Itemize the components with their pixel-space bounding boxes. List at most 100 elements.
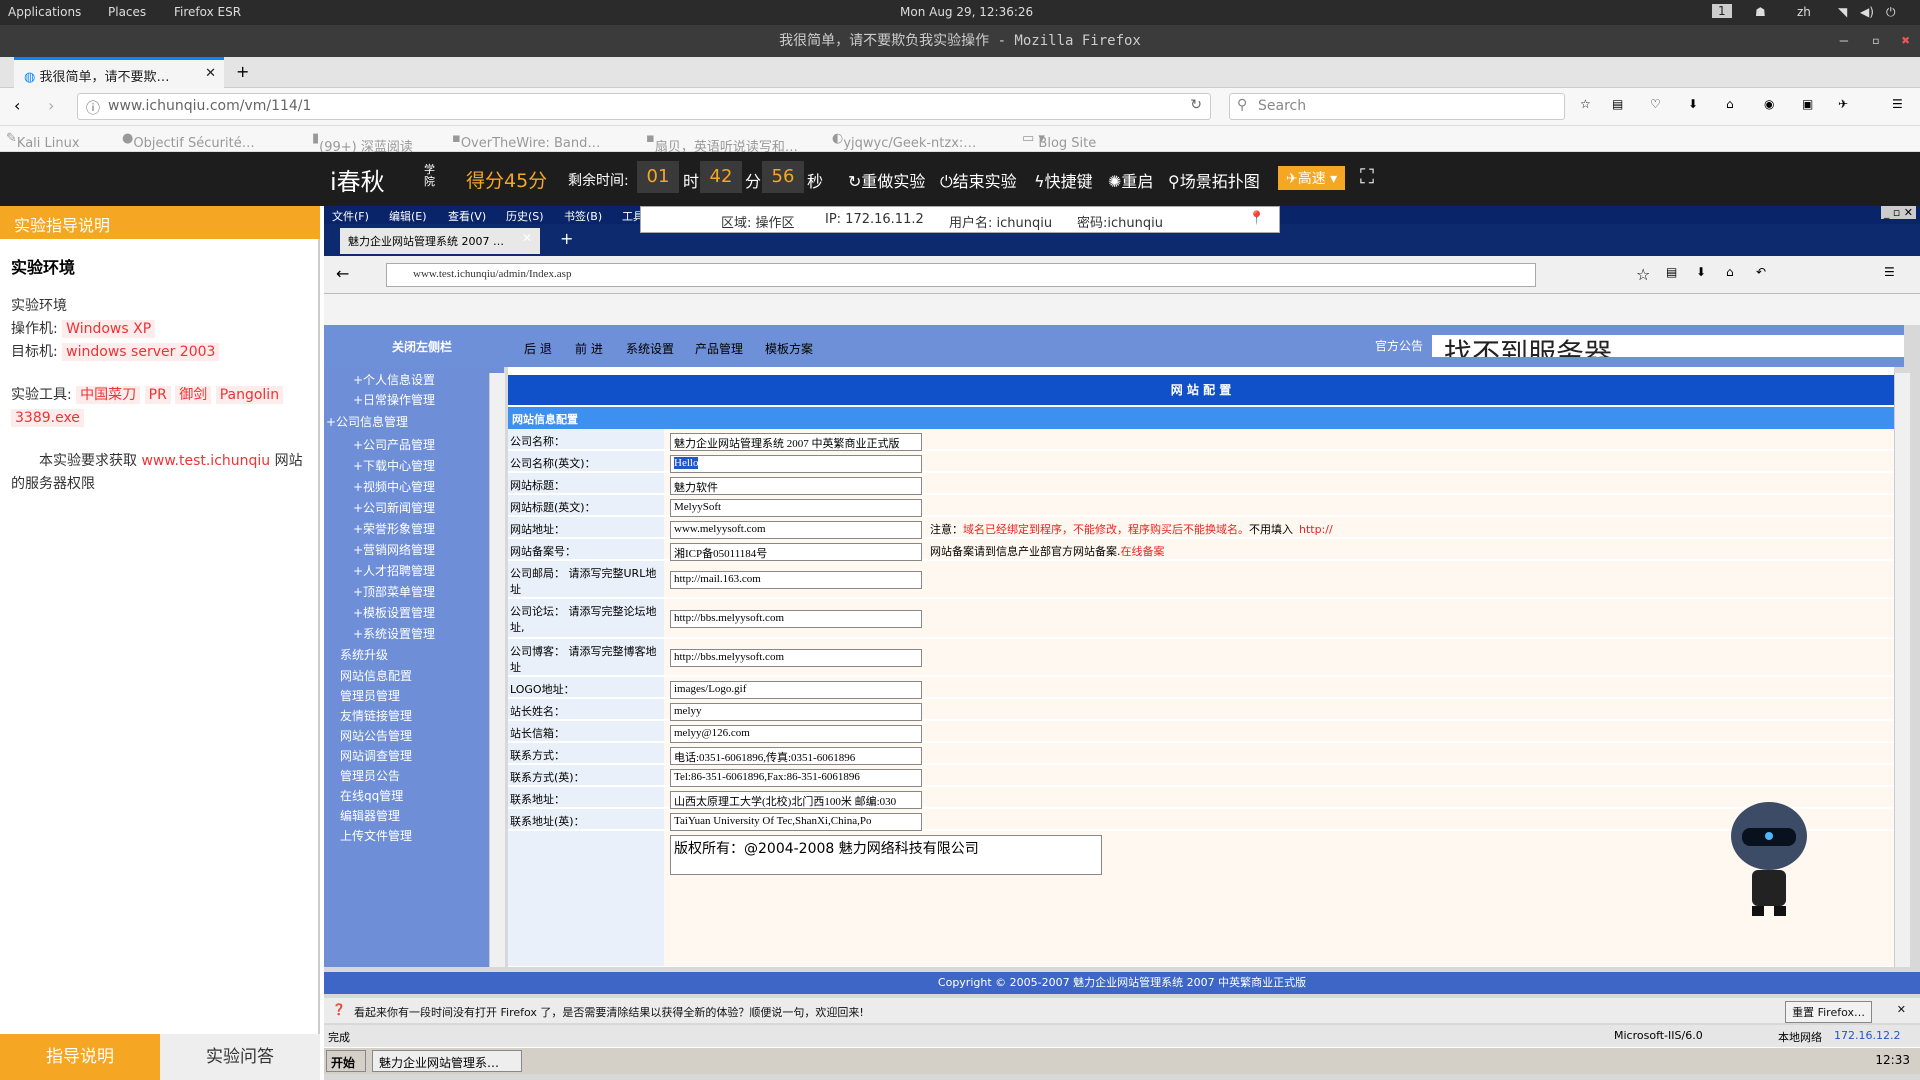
bookmark-blog[interactable]: ▭ Blog Site ▾ bbox=[1022, 131, 1096, 151]
sidebar-item[interactable]: 管理员管理 bbox=[340, 687, 400, 704]
back-icon[interactable]: ‹ bbox=[14, 96, 20, 115]
vm-new-tab-icon[interactable]: + bbox=[560, 229, 573, 248]
sidebar-item[interactable]: +公司信息管理 bbox=[326, 413, 408, 430]
new-tab-icon[interactable]: + bbox=[236, 62, 249, 81]
tab-guide[interactable]: 指导说明 bbox=[0, 1034, 160, 1080]
bookmark-shanbay[interactable]: ▪ 扇贝，英语听说读写和… bbox=[646, 131, 798, 155]
restart-button[interactable]: ✺重启 bbox=[1108, 168, 1153, 192]
form-input[interactable]: www.melyysoft.com bbox=[670, 521, 922, 539]
sidebar-item[interactable]: +个人信息设置 bbox=[353, 371, 435, 388]
topology-button[interactable]: ⚲场景拓扑图 bbox=[1168, 168, 1260, 192]
sidebar-item[interactable]: +营销网络管理 bbox=[353, 541, 435, 558]
vm-undo-icon[interactable]: ↶ bbox=[1756, 265, 1766, 279]
form-input[interactable]: melyy@126.com bbox=[670, 725, 922, 743]
power-icon[interactable]: ⏻ bbox=[1886, 5, 1896, 20]
sidebar-item[interactable]: 在线qq管理 bbox=[340, 787, 403, 804]
sidebar-item[interactable]: +人才招聘管理 bbox=[353, 562, 435, 579]
home-icon[interactable]: ⌂ bbox=[1726, 97, 1734, 111]
wifi-icon[interactable]: ◥ bbox=[1838, 5, 1847, 19]
places-menu[interactable]: Places bbox=[108, 5, 146, 19]
form-input[interactable]: 魅力软件 bbox=[670, 477, 922, 495]
volume-icon[interactable]: ◀) bbox=[1860, 5, 1874, 19]
reload-icon[interactable]: ↻ bbox=[1190, 97, 1202, 113]
vm-tab-close-icon[interactable]: ✕ bbox=[522, 231, 532, 245]
maximize-icon[interactable]: ▫ bbox=[1872, 25, 1880, 57]
form-input[interactable]: 山西太原理工大学(北校)北门西100米 邮编:030 bbox=[670, 791, 922, 809]
vm-back-icon[interactable]: ← bbox=[336, 264, 349, 283]
form-input[interactable]: http://bbs.melyysoft.com bbox=[670, 648, 922, 667]
vm-star-icon[interactable]: ☆ bbox=[1636, 265, 1650, 284]
product-link[interactable]: 产品管理 bbox=[695, 340, 743, 357]
vm-menu-file[interactable]: 文件(F) bbox=[332, 208, 369, 224]
sidebar-item[interactable]: 网站公告管理 bbox=[340, 727, 412, 744]
sidebar-item[interactable]: +荣誉形象管理 bbox=[353, 520, 435, 537]
form-input[interactable]: 魅力企业网站管理系统 2007 中英繁商业正式版 bbox=[670, 433, 922, 451]
people-icon[interactable]: ☗ bbox=[1755, 5, 1766, 19]
firefox-menu[interactable]: Firefox ESR bbox=[174, 5, 241, 19]
forward-link[interactable]: 前 进 bbox=[575, 340, 603, 357]
robot-mascot[interactable] bbox=[1728, 800, 1810, 918]
addon2-icon[interactable]: ✈ bbox=[1838, 97, 1848, 111]
shortcut-button[interactable]: ϟ快捷键 bbox=[1034, 168, 1093, 192]
download-icon[interactable]: ⬇ bbox=[1688, 97, 1698, 111]
form-input[interactable]: 湘ICP备05011184号 bbox=[670, 543, 922, 561]
form-input[interactable]: 电话:0351-6061896,传真:0351-6061896 bbox=[670, 747, 922, 765]
start-button[interactable]: 开始 bbox=[326, 1050, 366, 1072]
redo-button[interactable]: ↻重做实验 bbox=[848, 168, 925, 192]
sidebar-item[interactable]: +视频中心管理 bbox=[353, 478, 435, 495]
close-left-link[interactable]: 关闭左侧栏 bbox=[392, 338, 452, 355]
vm-window-controls[interactable]: _ ▫ ✕ bbox=[1880, 206, 1916, 219]
sidebar-item[interactable]: 友情链接管理 bbox=[340, 707, 412, 724]
sidebar-item[interactable]: 网站调查管理 bbox=[340, 747, 412, 764]
reset-firefox-button[interactable]: 重置 Firefox… bbox=[1785, 1001, 1872, 1023]
main-scrollbar[interactable] bbox=[1894, 373, 1910, 967]
addon-icon[interactable]: ▣ bbox=[1802, 97, 1813, 111]
pocket-icon[interactable]: ♡ bbox=[1650, 97, 1661, 111]
vm-menu-view[interactable]: 查看(V) bbox=[448, 208, 486, 224]
bookmark-shenlan[interactable]: ▮ (99+) 深蓝阅读 bbox=[312, 131, 413, 155]
menu-icon[interactable]: ☰ bbox=[1892, 97, 1903, 111]
bookmark-github[interactable]: ◐ yjqwyc/Geek-ntzx:… bbox=[832, 131, 976, 151]
vm-home-icon[interactable]: ⌂ bbox=[1726, 265, 1734, 279]
sidebar-item[interactable]: 上传文件管理 bbox=[340, 827, 412, 844]
clock[interactable]: Mon Aug 29, 12:36:26 bbox=[900, 5, 1033, 19]
vm-menu-bookmarks[interactable]: 书签(B) bbox=[564, 208, 602, 224]
sidebar-item[interactable]: +模板设置管理 bbox=[353, 604, 435, 621]
extension-icon[interactable]: ◉ bbox=[1764, 97, 1774, 111]
applications-menu[interactable]: Applications bbox=[8, 5, 81, 19]
form-input[interactable]: TaiYuan University Of Tec,ShanXi,China,P… bbox=[670, 813, 922, 831]
browser-tab[interactable]: ◍ 我很简单，请不要欺… ✕ bbox=[14, 57, 224, 88]
sys-settings-link[interactable]: 系统设置 bbox=[626, 340, 674, 357]
sidebar-scrollbar[interactable] bbox=[489, 373, 505, 967]
speed-button[interactable]: ✈高速 ▾ bbox=[1278, 166, 1346, 190]
form-input[interactable]: Hello bbox=[670, 455, 922, 473]
sidebar-item[interactable]: 管理员公告 bbox=[340, 767, 400, 784]
sidebar-item[interactable]: +公司产品管理 bbox=[353, 436, 435, 453]
close-icon[interactable]: ✖ bbox=[1902, 25, 1910, 57]
minimize-icon[interactable]: – bbox=[1840, 25, 1848, 57]
form-input[interactable]: http://mail.163.com bbox=[670, 570, 922, 589]
form-input[interactable]: Tel:86-351-6061896,Fax:86-351-6061896 bbox=[670, 769, 922, 787]
bookmark-overthewire[interactable]: ▪ OverTheWire: Band… bbox=[452, 131, 600, 151]
workspace-indicator[interactable]: 1 bbox=[1712, 4, 1732, 18]
sidebar-item[interactable]: +公司新闻管理 bbox=[353, 499, 435, 516]
note-highlight[interactable]: 在线备案 bbox=[1121, 545, 1165, 558]
vm-menu-edit[interactable]: 编辑(E) bbox=[389, 208, 427, 224]
tab-qa[interactable]: 实验问答 bbox=[160, 1034, 320, 1080]
template-link[interactable]: 模板方案 bbox=[765, 340, 813, 357]
sidebar-item[interactable]: +下载中心管理 bbox=[353, 457, 435, 474]
vm-download-icon[interactable]: ⬇ bbox=[1696, 265, 1706, 279]
reader-icon[interactable]: ▤ bbox=[1612, 97, 1623, 111]
form-input[interactable]: MelyySoft bbox=[670, 499, 922, 517]
vm-reader-icon[interactable]: ▤ bbox=[1666, 265, 1677, 279]
bookmark-star-icon[interactable]: ☆ bbox=[1580, 97, 1591, 111]
form-input[interactable]: melyy bbox=[670, 703, 922, 721]
info-icon[interactable]: ⓘ bbox=[86, 98, 100, 118]
form-input[interactable]: images/Logo.gif bbox=[670, 681, 922, 699]
task-link[interactable]: www.test.ichunqiu bbox=[141, 453, 270, 469]
back-link[interactable]: 后 退 bbox=[524, 340, 552, 357]
sidebar-item[interactable]: 系统升级 bbox=[340, 646, 388, 663]
notification-close-icon[interactable]: ✕ bbox=[1897, 1003, 1906, 1016]
forward-icon[interactable]: › bbox=[48, 96, 54, 115]
sidebar-item[interactable]: +顶部菜单管理 bbox=[353, 583, 435, 600]
